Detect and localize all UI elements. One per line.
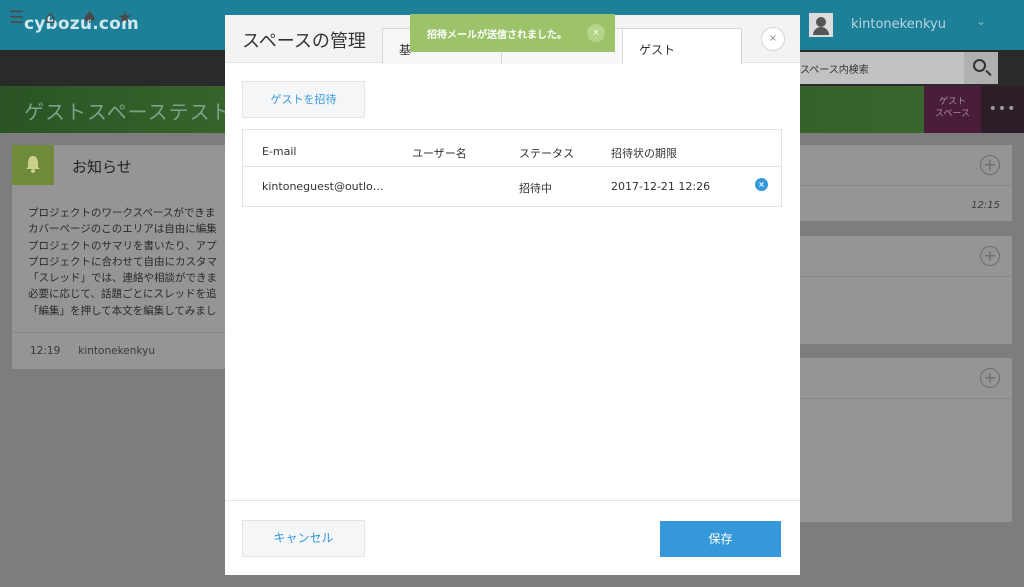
cancel-button[interactable]: キャンセル — [242, 520, 365, 557]
search-placeholder: スペース内検索 — [800, 65, 869, 76]
more-options-icon[interactable]: ••• — [981, 86, 1024, 133]
search-button[interactable] — [964, 52, 998, 84]
add-icon[interactable]: + — [980, 246, 1000, 266]
star-icon[interactable]: ★ — [117, 9, 132, 27]
right-card: + — [800, 236, 1012, 344]
space-title: ゲストスペーステスト — [24, 100, 232, 124]
guest-status: 招待中 — [519, 182, 552, 195]
right-card: + 12:15 — [800, 145, 1012, 221]
notice-line: プロジェクトに合わせて自由にカスタマ — [28, 255, 217, 268]
column-header-status: ステータス — [519, 147, 574, 160]
notice-title: お知らせ — [72, 158, 132, 176]
column-header-expiry: 招待状の期限 — [611, 147, 677, 160]
notice-line: 必要に応じて、話題ごとにスレッドを追 — [28, 288, 217, 301]
guest-email: kintoneguest@outlo… — [262, 180, 384, 193]
toast-close-icon[interactable]: × — [587, 24, 605, 42]
notice-line: プロジェクトのサマリを書いたり、アプ — [28, 239, 217, 252]
divider — [225, 500, 800, 501]
divider — [800, 276, 1012, 277]
add-icon[interactable]: + — [980, 155, 1000, 175]
divider — [243, 166, 781, 167]
bell-icon — [26, 156, 40, 173]
chevron-down-icon[interactable]: ⌄ — [976, 14, 986, 28]
dialog-title: スペースの管理 — [242, 31, 366, 52]
divider — [12, 332, 226, 333]
notice-footer: 12:19 kintonekenkyu — [30, 345, 173, 357]
home-icon[interactable]: ⌂ — [45, 9, 56, 27]
space-settings-dialog: スペースの管理 基 ゲスト × ゲストを招待 E-mail ユーザー名 ステータ… — [225, 15, 800, 575]
guest-expiry: 2017-12-21 12:26 — [611, 180, 711, 193]
notice-author[interactable]: kintonekenkyu — [78, 345, 155, 357]
search-icon — [973, 59, 986, 72]
close-icon[interactable]: × — [761, 27, 785, 51]
user-avatar-icon[interactable] — [809, 13, 833, 37]
save-button[interactable]: 保存 — [660, 521, 781, 557]
guest-space-badge: ゲスト スペース — [924, 86, 981, 133]
notice-body: プロジェクトのワークスペースができま カバーページのこのエリアは自由に編集 プロ… — [28, 205, 226, 319]
guest-table: E-mail ユーザー名 ステータス 招待状の期限 kintoneguest@o… — [242, 129, 782, 207]
card-time: 12:15 — [971, 200, 1000, 211]
notice-line: 「編集」を押して本文を編集してみまし — [28, 304, 217, 317]
notice-line: プロジェクトのワークスペースができま — [28, 207, 216, 219]
notice-line: 「スレッド」では、連絡や相談ができま — [28, 272, 217, 285]
notice-line: カバーページのこのエリアは自由に編集 — [28, 223, 217, 236]
column-header-username: ユーザー名 — [412, 147, 467, 160]
bell-icon[interactable]: ♠ — [82, 9, 97, 27]
remove-guest-icon[interactable]: × — [755, 178, 768, 191]
divider — [800, 398, 1012, 399]
right-card: + — [800, 358, 1012, 522]
divider — [800, 185, 1012, 186]
toast-message: 招待メールが送信されました。 — [427, 30, 567, 41]
invite-guest-button[interactable]: ゲストを招待 — [242, 81, 365, 118]
user-name[interactable]: kintonekenkyu — [851, 17, 946, 32]
success-toast: 招待メールが送信されました。 × — [410, 14, 615, 52]
add-icon[interactable]: + — [980, 368, 1000, 388]
tab-guest[interactable]: ゲスト — [622, 28, 742, 64]
menu-icon[interactable]: ☰ — [9, 9, 24, 27]
column-header-email: E-mail — [262, 145, 297, 158]
notice-time: 12:19 — [30, 345, 61, 357]
